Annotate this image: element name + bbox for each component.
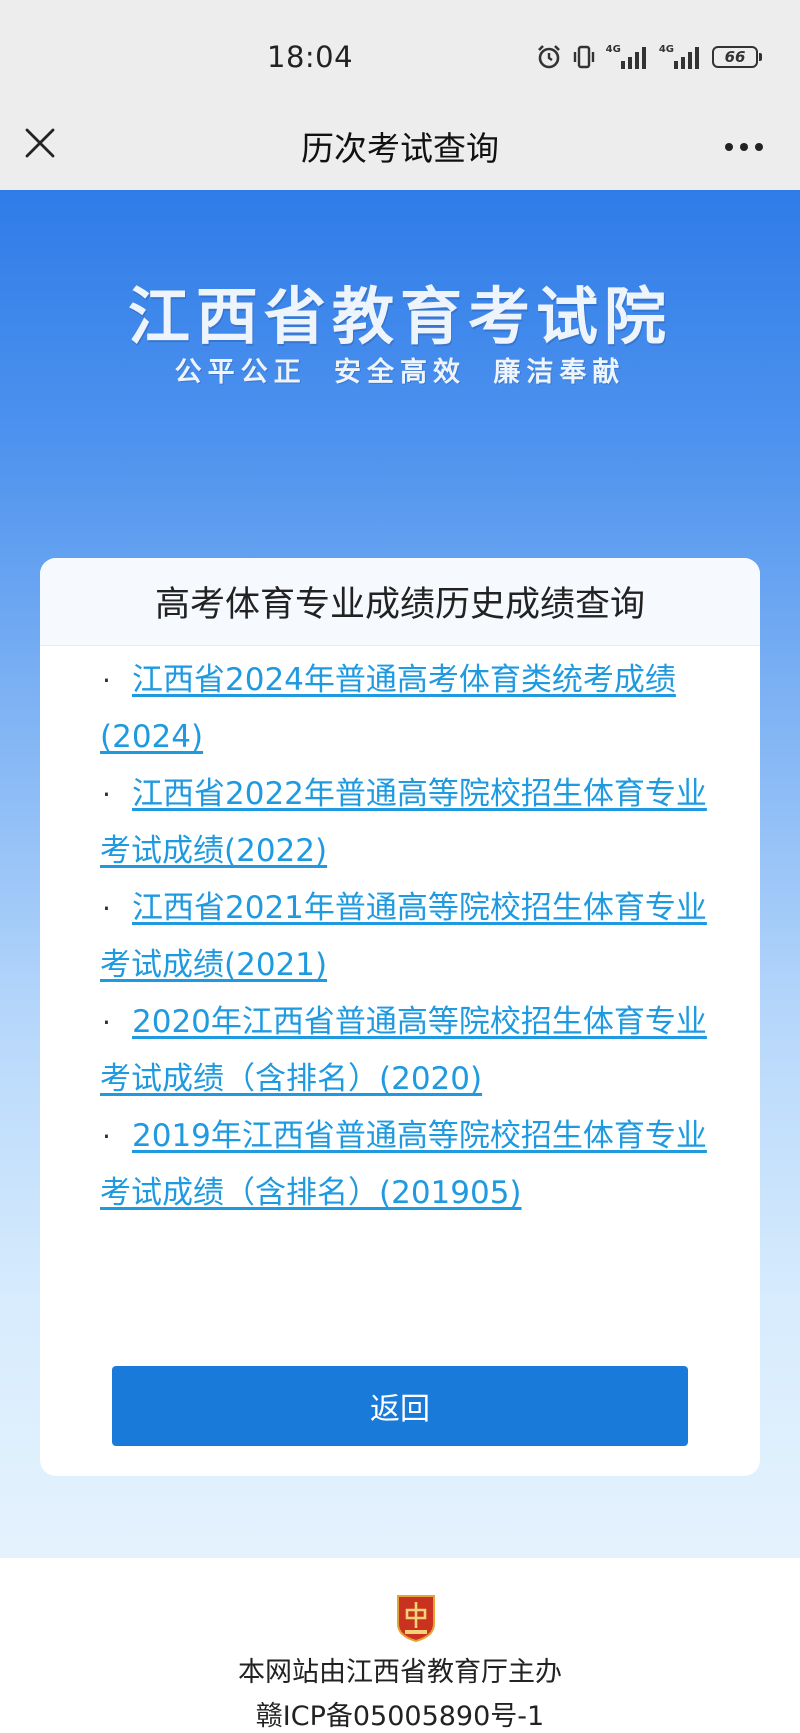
list-item: · 江西省2024年普通高考体育类统考成绩(2024) [100, 652, 720, 766]
result-link-2021[interactable]: 江西省2021年普通高等院校招生体育专业考试成绩(2021) [100, 890, 707, 983]
bullet: · [102, 778, 111, 811]
more-icon[interactable] [724, 138, 764, 151]
result-link-2020[interactable]: 2020年江西省普通高等院校招生体育专业考试成绩（含排名）(2020) [100, 1004, 707, 1097]
bullet: · [102, 892, 111, 925]
results-card: 高考体育专业成绩历史成绩查询 · 江西省2024年普通高考体育类统考成绩(202… [40, 558, 760, 1476]
result-link-2022[interactable]: 江西省2022年普通高等院校招生体育专业考试成绩(2022) [100, 776, 707, 869]
signal-icon: 4G [659, 45, 702, 69]
bullet: · [102, 664, 111, 697]
government-emblem-icon [396, 1594, 436, 1643]
footer-icp[interactable]: 赣ICP备05005890号-1 [0, 1694, 800, 1733]
bullet: · [102, 1120, 111, 1153]
hero-banner: 江西省教育考试院 公平公正 安全高效 廉洁奉献 高考体育专业成绩历史成绩查询 ·… [0, 190, 800, 1558]
status-time: 18:04 [267, 40, 354, 74]
results-list: · 江西省2024年普通高考体育类统考成绩(2024) · 江西省2022年普通… [40, 646, 760, 1222]
signal-icon: 4G [606, 45, 649, 69]
nav-bar: 历次考试查询 [0, 110, 800, 190]
alarm-icon [536, 44, 562, 70]
footer: 本网站由江西省教育厅主办 赣ICP备05005890号-1 [0, 1558, 800, 1733]
bullet: · [102, 1006, 111, 1039]
battery-icon: 66 [712, 46, 762, 68]
result-link-2024[interactable]: 江西省2024年普通高考体育类统考成绩(2024) [100, 662, 676, 755]
page-title: 历次考试查询 [301, 129, 499, 168]
hero-title: 江西省教育考试院 [127, 280, 672, 353]
status-icons: 4G 4G 66 [536, 44, 762, 70]
result-link-2019[interactable]: 2019年江西省普通高等院校招生体育专业考试成绩（含排名）(201905) [100, 1118, 707, 1211]
list-item: · 江西省2021年普通高等院校招生体育专业考试成绩(2021) [100, 880, 720, 994]
list-item: · 江西省2022年普通高等院校招生体育专业考试成绩(2022) [100, 766, 720, 880]
back-button[interactable]: 返回 [112, 1366, 688, 1446]
list-item: · 2019年江西省普通高等院校招生体育专业考试成绩（含排名）(201905) [100, 1108, 720, 1222]
list-item: · 2020年江西省普通高等院校招生体育专业考试成绩（含排名）(2020) [100, 994, 720, 1108]
status-bar: 18:04 4G 4G 66 [0, 0, 800, 110]
footer-sponsor: 本网站由江西省教育厅主办 [238, 1657, 562, 1688]
card-title: 高考体育专业成绩历史成绩查询 [40, 558, 760, 646]
hero-slogan: 公平公正 安全高效 廉洁奉献 [174, 357, 626, 388]
vibrate-icon [572, 44, 596, 70]
